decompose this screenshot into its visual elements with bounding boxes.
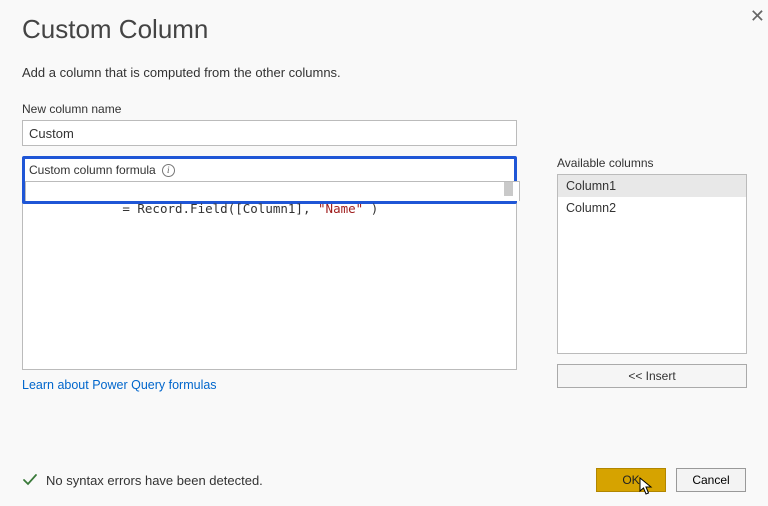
learn-link[interactable]: Learn about Power Query formulas (22, 378, 217, 392)
formula-highlight: Custom column formula i = Record.Field([… (22, 156, 517, 204)
close-icon[interactable]: ✕ (750, 6, 765, 27)
cursor-icon (639, 477, 657, 497)
scrollbar-thumb[interactable] (504, 182, 513, 196)
new-column-name-label: New column name (22, 102, 746, 116)
formula-label: Custom column formula (29, 163, 156, 177)
available-columns-label: Available columns (557, 156, 747, 170)
ok-button[interactable]: OK (596, 468, 666, 492)
cancel-button[interactable]: Cancel (676, 468, 746, 492)
new-column-name-input[interactable] (22, 120, 517, 146)
available-columns-list[interactable]: Column1 Column2 (557, 174, 747, 354)
status-text: No syntax errors have been detected. (46, 473, 263, 488)
list-item[interactable]: Column2 (558, 197, 746, 219)
formula-editor[interactable] (25, 181, 520, 201)
insert-button[interactable]: << Insert (557, 364, 747, 388)
formula-editor-body[interactable] (22, 202, 517, 370)
info-icon[interactable]: i (162, 164, 175, 177)
list-item[interactable]: Column1 (558, 175, 746, 197)
page-title: Custom Column (22, 14, 746, 45)
page-subtitle: Add a column that is computed from the o… (22, 65, 746, 80)
check-icon (22, 472, 38, 488)
